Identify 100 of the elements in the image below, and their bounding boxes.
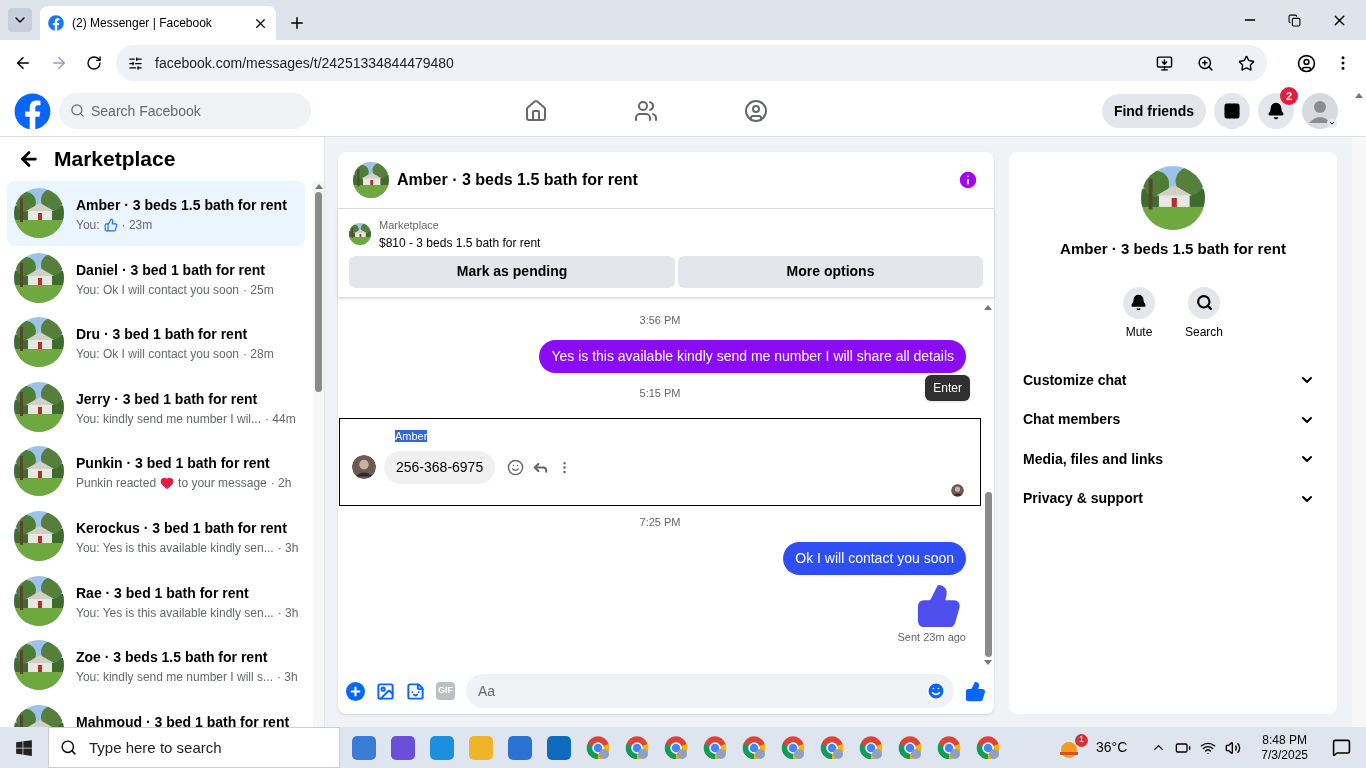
profile-icon[interactable]	[1297, 53, 1316, 73]
conversation-item[interactable]: Jerry · 3 bed 1 bath for rent You: kindly send me number I wil... · 44m	[7, 374, 305, 440]
weather-badge: 1	[1075, 733, 1088, 747]
forward-icon[interactable]	[50, 54, 68, 72]
browser-taskbar-icon[interactable]	[859, 735, 883, 760]
browser-taskbar-icon[interactable]	[703, 735, 727, 760]
scroll-arrow-icon[interactable]	[984, 304, 992, 310]
taskbar-app-icon[interactable]	[391, 735, 415, 760]
find-friends-button[interactable]: Find friends	[1101, 94, 1206, 128]
avatar-icon	[352, 455, 376, 479]
bell-icon	[1267, 102, 1285, 120]
taskbar-app-icon[interactable]	[508, 735, 532, 760]
message-time: · 3h	[277, 539, 299, 557]
taskbar-app-icon[interactable]	[430, 735, 454, 760]
message-input[interactable]: Aa	[466, 674, 954, 708]
scroll-arrow-icon[interactable]	[984, 660, 992, 665]
like-icon[interactable]	[965, 680, 986, 702]
groups-icon[interactable]	[744, 99, 769, 123]
address-bar[interactable]: facebook.com/messages/t/24251334844479480	[116, 45, 1267, 81]
notification-badge: 2	[1280, 87, 1298, 105]
restore-icon[interactable]	[1288, 13, 1301, 27]
windows-start-icon[interactable]	[15, 738, 33, 757]
conversation-item[interactable]: Daniel · 3 bed 1 bath for rent You: Ok I will contact you soon · 25m	[7, 245, 305, 311]
browser-taskbar-icon[interactable]	[820, 735, 844, 760]
search-field[interactable]: Search Facebook	[59, 93, 311, 129]
site-settings-icon[interactable]	[128, 55, 143, 71]
sent-message: Ok I will contact you soon	[783, 542, 966, 575]
browser-taskbar-icon[interactable]	[625, 735, 649, 760]
chat-title[interactable]: Amber · 3 beds 1.5 bath for rent	[397, 168, 949, 192]
friends-icon[interactable]	[634, 99, 659, 123]
message-preview: You:	[76, 217, 100, 234]
conversation-item[interactable]: Punkin · 3 bed 1 bath for rent Punkin reacted to your message · 2h	[7, 439, 305, 504]
back-arrow-icon[interactable]	[18, 148, 40, 170]
conversation-item[interactable]: Zoe · 3 beds 1.5 bath for rent You: kindly send me number I will s... · 3h	[7, 633, 305, 698]
scroll-arrow-icon[interactable]	[314, 184, 323, 189]
photo-icon[interactable]	[376, 681, 395, 701]
details-section[interactable]: Privacy & support	[1023, 479, 1323, 519]
conversation-name: Kerockus · 3 bed 1 bath for rent	[76, 518, 288, 538]
taskbar-clock[interactable]: 8:48 PM 7/3/2025	[1253, 732, 1316, 763]
conversation-name: Jerry · 3 bed 1 bath for rent	[76, 389, 259, 409]
temperature: 36°C	[1096, 738, 1128, 757]
message-preview: You: Ok I will contact you soon	[76, 281, 239, 299]
browser-taskbar-icon[interactable]	[664, 735, 688, 760]
message-time: · 23m	[121, 217, 153, 234]
search-icon	[1195, 294, 1213, 311]
account-avatar-icon[interactable]	[1302, 93, 1338, 129]
search-icon	[70, 103, 85, 118]
browser-taskbar-icon[interactable]	[976, 735, 1000, 760]
details-section[interactable]: Chat members	[1023, 400, 1323, 440]
listing-action-button[interactable]: Mark as pending	[349, 255, 675, 288]
zoom-icon[interactable]	[1197, 54, 1214, 72]
taskbar-search-field[interactable]: Type here to search	[48, 727, 340, 768]
react-icon[interactable]	[507, 458, 525, 476]
conversation-name: Punkin · 3 bed 1 bath for rent	[76, 454, 271, 474]
taskbar-app-icon[interactable]	[352, 735, 376, 760]
bookmark-star-icon[interactable]	[1238, 54, 1255, 72]
browser-taskbar-icon[interactable]	[586, 735, 610, 760]
conversation-item[interactable]: Kerockus · 3 bed 1 bath for rent You: Yes is this available kindly sen... · 3h	[7, 503, 305, 569]
browser-taskbar-icon[interactable]	[898, 735, 922, 760]
notifications-button[interactable]	[1258, 93, 1294, 129]
message-time: · 2h	[270, 475, 292, 493]
sticker-icon[interactable]	[406, 681, 425, 701]
menu-button[interactable]	[1214, 93, 1250, 129]
listing-title[interactable]: $810 - 3 beds 1.5 bath for rent	[379, 233, 541, 252]
message-preview: You: kindly send me number I wil...	[76, 410, 261, 428]
scrollbar-thumb[interactable]	[984, 492, 992, 657]
search-icon	[60, 739, 77, 756]
message-preview: Punkin reacted	[76, 475, 157, 493]
back-icon[interactable]	[14, 54, 32, 72]
conversation-name: Mahmoud · 3 bed 1 bath for rent	[76, 712, 290, 727]
message-time: · 28m	[243, 346, 274, 364]
install-icon[interactable]	[1156, 54, 1173, 72]
conversation-item[interactable]: Rae · 3 bed 1 bath for rent You: Yes is this available kindly sen... · 3h	[7, 568, 305, 634]
home-icon[interactable]	[524, 99, 549, 123]
conversation-item[interactable]: Amber · 3 beds 1.5 bath for rent You: · 23m	[7, 181, 305, 246]
volume-icon[interactable]	[1225, 739, 1242, 756]
new-tab-icon[interactable]	[288, 14, 306, 32]
browser-taskbar-icon[interactable]	[937, 735, 961, 760]
timestamp: 3:56 PM	[639, 312, 681, 328]
tab-search-icon[interactable]	[8, 8, 32, 32]
chat-name: Amber · 3 beds 1.5 bath for rent	[1060, 239, 1286, 259]
listing-action-button[interactable]: More options	[678, 255, 983, 288]
timestamp: 5:15 PM	[639, 386, 681, 401]
info-icon[interactable]	[957, 169, 979, 191]
facebook-logo[interactable]	[14, 92, 51, 130]
add-icon[interactable]	[346, 681, 365, 701]
browser-tab[interactable]: (2) Messenger | Facebook	[40, 6, 276, 40]
scrollbar-thumb[interactable]	[315, 192, 322, 392]
reload-icon[interactable]	[86, 55, 102, 71]
notifications-icon[interactable]	[1331, 738, 1351, 757]
listing-label: Marketplace	[379, 218, 440, 233]
scroll-arrow-icon[interactable]	[1355, 93, 1363, 98]
message-preview: You: Yes is this available kindly sen...	[76, 539, 274, 557]
browser-taskbar-icon[interactable]	[781, 735, 805, 760]
details-section[interactable]: Customize chat	[1023, 360, 1323, 400]
browser-taskbar-icon[interactable]	[742, 735, 766, 760]
message-time: · 3h	[277, 669, 298, 687]
taskbar-app-icon[interactable]	[547, 735, 571, 760]
conversation-item[interactable]: Dru · 3 bed 1 bath for rent You: Ok I will contact you soon · 28m	[7, 310, 305, 375]
details-section[interactable]: Media, files and links	[1023, 439, 1323, 479]
